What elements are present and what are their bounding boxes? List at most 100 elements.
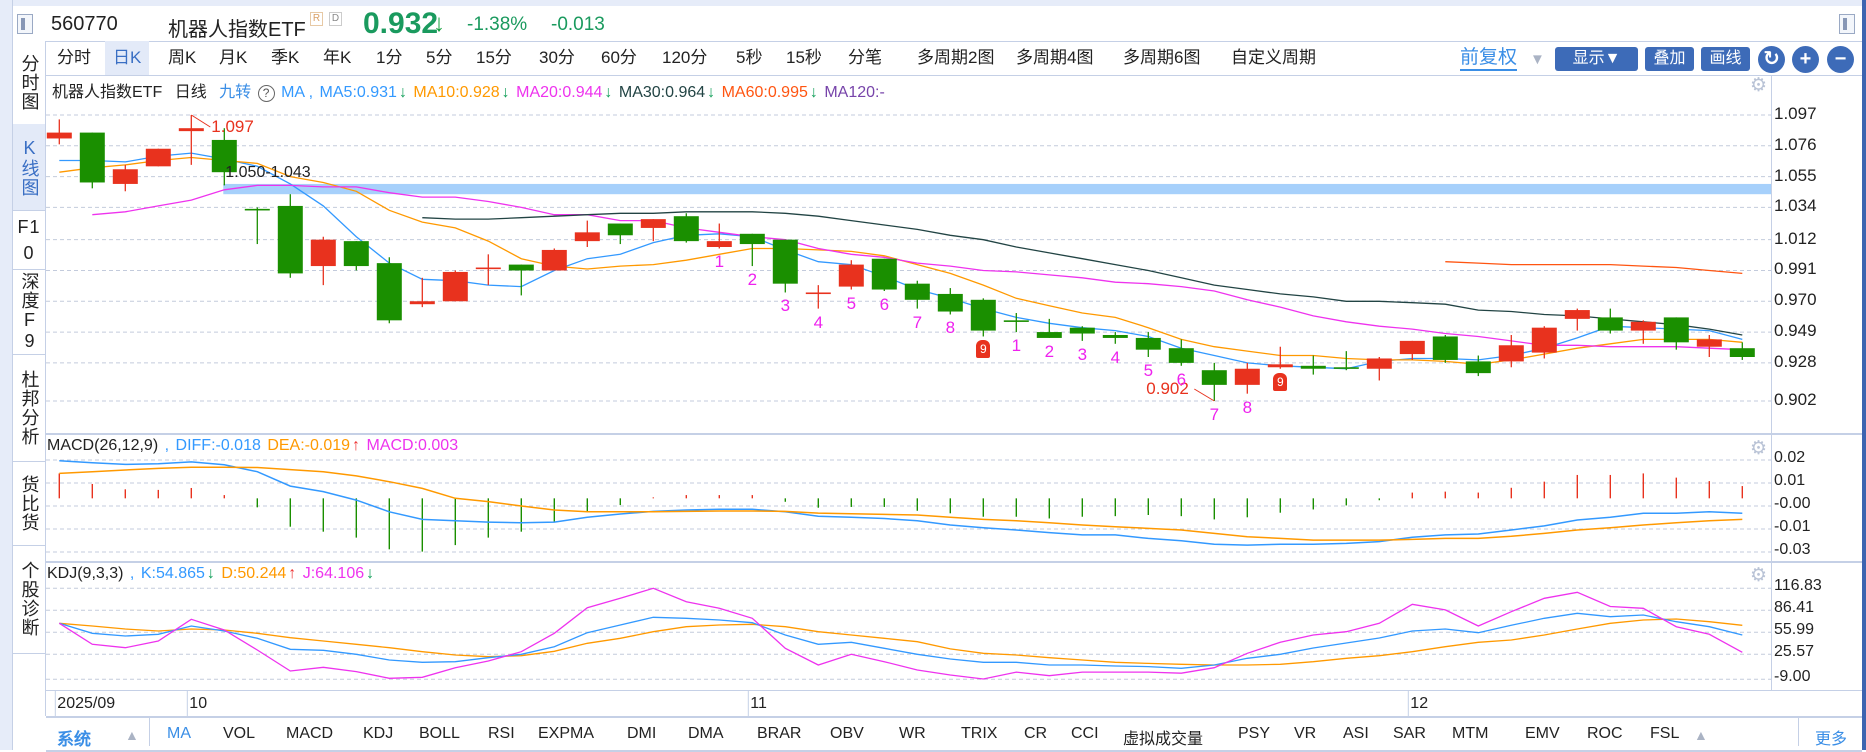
candle-body — [1729, 348, 1755, 357]
indicator-8[interactable]: DMA — [688, 725, 724, 743]
indicators-expand-icon[interactable]: ▲ — [1694, 727, 1708, 743]
main-settings-gear-icon[interactable]: ⚙ — [1750, 74, 1767, 97]
td-count-label: 4 — [1110, 347, 1121, 367]
candle-body — [1630, 321, 1656, 331]
candle-body — [1399, 340, 1425, 355]
candle-body — [673, 216, 699, 242]
down-arrow-icon: ↓ — [707, 84, 716, 101]
indicator-4[interactable]: BOLL — [419, 725, 460, 743]
candle-body — [805, 292, 831, 295]
legend-sep: , — [164, 437, 170, 454]
td-count-label: 3 — [780, 296, 791, 316]
indicator-18[interactable]: ASI — [1343, 725, 1369, 743]
band-label: 1.050-1.043 — [225, 163, 311, 181]
indicator-15[interactable]: 虚拟成交量 — [1123, 725, 1203, 749]
indicator-22[interactable]: ROC — [1587, 725, 1623, 743]
ma60-value: MA60:0.995 — [721, 84, 808, 101]
candle-body — [739, 233, 765, 245]
candle-body — [640, 219, 666, 228]
down-arrow-icon: ↓ — [398, 84, 407, 101]
candle-body — [706, 241, 732, 247]
candle-body — [1531, 327, 1557, 353]
panel-divider — [46, 433, 1862, 435]
candle-body — [508, 264, 534, 271]
indicator-6[interactable]: EXPMA — [538, 725, 594, 743]
help-icon[interactable]: ? — [257, 85, 275, 102]
candle-body — [475, 267, 501, 270]
indicator-20[interactable]: MTM — [1452, 725, 1488, 743]
indicator-13[interactable]: CR — [1024, 725, 1047, 743]
indicator-1[interactable]: VOL — [223, 725, 255, 743]
indicator-11[interactable]: WR — [899, 725, 926, 743]
candle-body — [409, 301, 435, 305]
candle-body — [970, 299, 996, 331]
candle-body — [1564, 310, 1590, 319]
system-indicators-button[interactable]: 系统 — [57, 725, 91, 750]
ma20-value: MA20:0.944 — [516, 84, 603, 101]
j-line — [58, 587, 1743, 680]
candle-body — [310, 239, 336, 267]
kdj-axis-label: -9.00 — [1774, 668, 1811, 686]
indicator-7[interactable]: DMI — [627, 725, 656, 743]
down-arrow-icon: ↓ — [501, 84, 510, 101]
high-marker-line — [191, 114, 211, 128]
td-count-label: 8 — [945, 318, 956, 338]
macd-axis-label: -0.03 — [1774, 541, 1811, 558]
more-button[interactable]: 更多 — [1815, 725, 1847, 749]
indicator-9[interactable]: BRAR — [757, 725, 801, 743]
indicator-10[interactable]: OBV — [830, 725, 864, 743]
candle-body — [46, 132, 72, 139]
diff-value: DIFF:-0.018 — [175, 437, 261, 454]
candle-body — [1300, 365, 1326, 369]
indicator-16[interactable]: PSY — [1238, 725, 1270, 743]
divider — [149, 718, 150, 746]
kline-chart[interactable] — [0, 0, 1866, 750]
candle-body — [1663, 317, 1689, 343]
indicator-0[interactable]: MA — [167, 725, 191, 743]
indicator-19[interactable]: SAR — [1393, 725, 1426, 743]
td-count-label: 1 — [714, 252, 725, 272]
indicator-21[interactable]: EMV — [1525, 725, 1560, 743]
candle-body — [112, 169, 138, 184]
price-axis-label: 1.034 — [1774, 196, 1817, 216]
indicator-2[interactable]: MACD — [286, 725, 333, 743]
indicator-17[interactable]: VR — [1294, 725, 1316, 743]
system-expand-icon[interactable]: ▲ — [125, 727, 139, 743]
candle-body — [1465, 361, 1491, 374]
candle-body — [1234, 368, 1260, 385]
macd-value: MACD:0.003 — [366, 437, 459, 454]
kdj-axis-label: 116.83 — [1774, 577, 1822, 595]
candle-body — [244, 208, 270, 211]
kdj-settings-gear-icon[interactable]: ⚙ — [1750, 564, 1767, 587]
indicator-23[interactable]: FSL — [1650, 725, 1679, 743]
td-count-label: 6 — [879, 295, 890, 314]
candle-body — [1102, 335, 1128, 338]
indicator-12[interactable]: TRIX — [961, 725, 997, 743]
d-value: D:50.244 — [221, 565, 287, 582]
indicator-14[interactable]: CCI — [1071, 725, 1099, 743]
macd-axis-label: -0.01 — [1774, 518, 1811, 535]
indicator-5[interactable]: RSI — [488, 725, 515, 743]
candle-body — [574, 232, 600, 242]
up-arrow-icon: ↑ — [352, 437, 361, 454]
td-count-label: 2 — [1044, 341, 1055, 361]
ma-line-ma60 — [1445, 261, 1743, 275]
price-band — [223, 183, 1771, 195]
ma10-value: MA10:0.928 — [413, 84, 500, 101]
main-legend: 机器人指数ETF 日线 九转 ? MA , MA5:0.931 ↓ MA10:0.… — [52, 78, 887, 102]
diff-line — [59, 460, 1743, 546]
panel-divider — [46, 690, 1862, 691]
price-axis-label: 0.902 — [1774, 390, 1817, 409]
indicator-3[interactable]: KDJ — [363, 725, 393, 743]
macd-settings-gear-icon[interactable]: ⚙ — [1750, 437, 1767, 460]
price-axis-label: 1.012 — [1774, 228, 1817, 248]
macd-axis-label: -0.00 — [1774, 495, 1811, 512]
candle-body — [1201, 370, 1227, 385]
nine-turn-link[interactable]: 九转 — [219, 84, 251, 101]
candle-body — [343, 241, 369, 267]
candle-body — [1696, 339, 1722, 347]
td-count-label: 7 — [912, 312, 923, 332]
d-line — [59, 618, 1743, 666]
td-nine-badge: 9 — [1273, 372, 1288, 391]
divider — [1798, 718, 1799, 746]
